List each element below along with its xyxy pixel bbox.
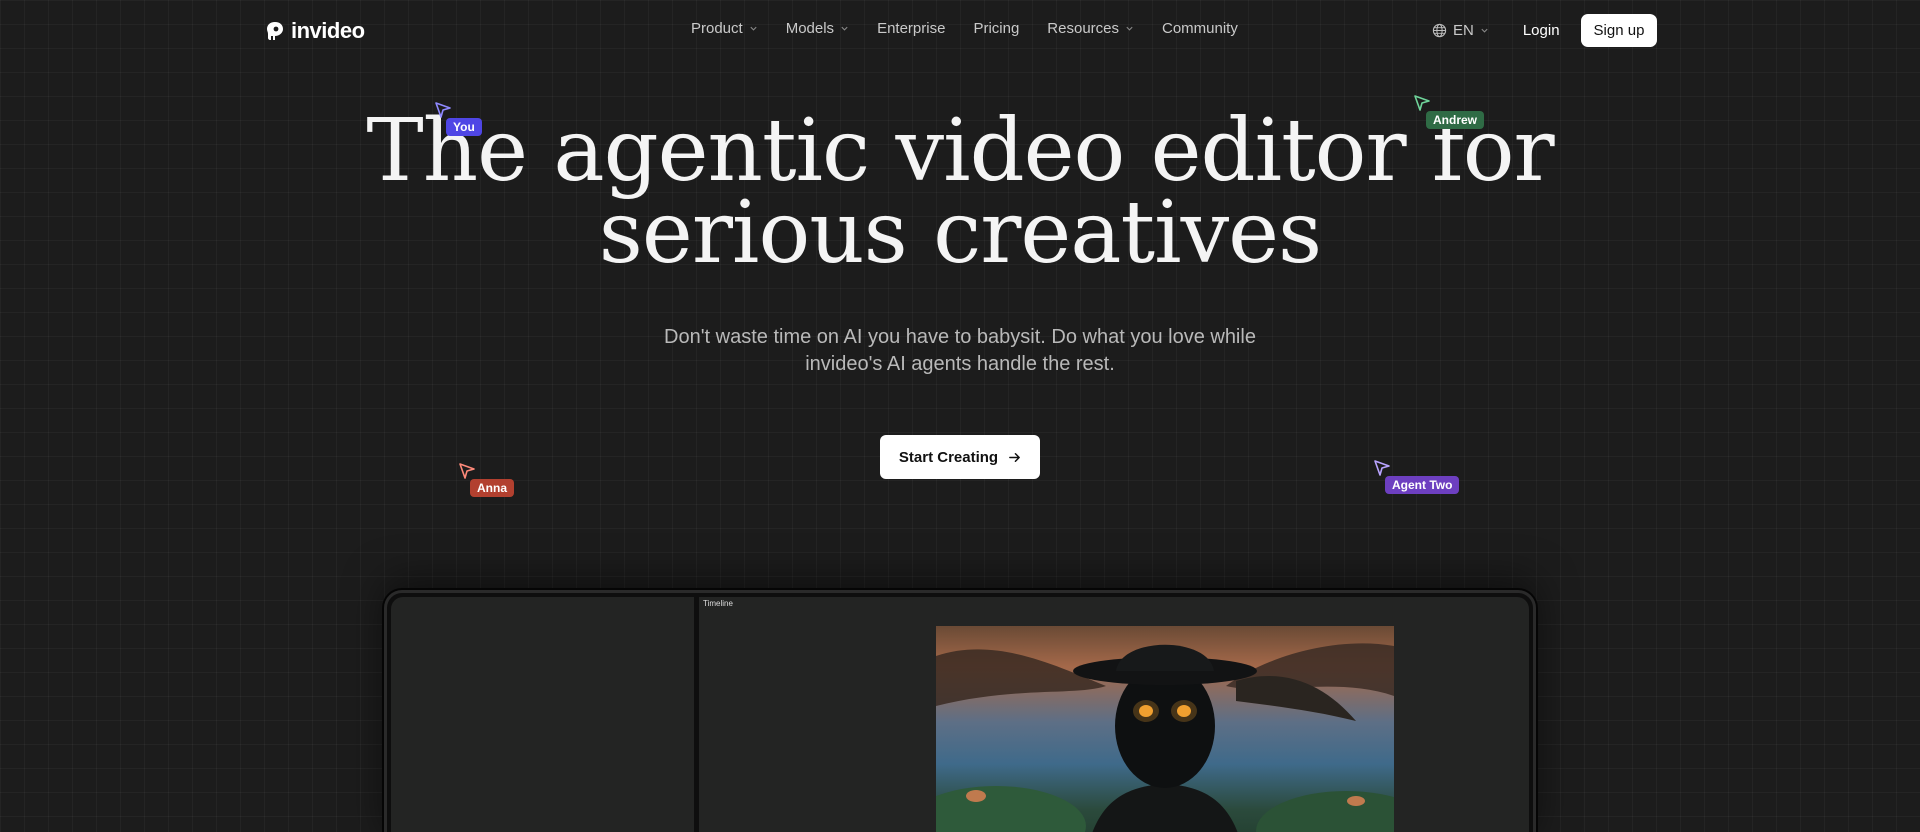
start-creating-label: Start Creating — [898, 448, 999, 466]
globe-icon — [1432, 23, 1447, 38]
pointer-cursor-icon — [1414, 95, 1430, 111]
nav-models[interactable]: Models — [786, 20, 849, 37]
video-thumbnail-illustration — [936, 643, 1394, 832]
language-selector[interactable]: EN — [1432, 22, 1489, 39]
nav-community[interactable]: Community — [1162, 20, 1238, 37]
chevron-down-icon — [750, 26, 757, 31]
cursor-tag-agent-two: Agent Two — [1385, 476, 1460, 494]
nav-product-label: Product — [691, 20, 743, 37]
editor-sidebar-panel — [391, 597, 694, 832]
cursor-tag-andrew: Andrew — [1426, 111, 1485, 129]
chevron-down-icon — [841, 26, 848, 31]
arrow-right-icon — [1009, 452, 1020, 462]
top-nav: invideo Product Models Enterprise Pricin… — [0, 0, 1920, 60]
headline-line-2: serious creatives — [598, 183, 1322, 283]
nav-links: Product Models Enterprise Pricing Resour… — [691, 20, 1266, 37]
cursor-anna: Anna — [458, 462, 514, 497]
nav-pricing[interactable]: Pricing — [973, 20, 1019, 37]
nav-enterprise[interactable]: Enterprise — [877, 20, 945, 37]
cursor-tag-you: You — [446, 118, 482, 136]
start-creating-button[interactable]: Start Creating — [880, 435, 1040, 479]
brand-name: invideo — [291, 18, 365, 43]
chevron-down-icon — [1481, 28, 1488, 33]
nav-community-label: Community — [1162, 20, 1238, 37]
brand-logo[interactable]: invideo — [265, 18, 365, 44]
nav-actions: EN Login Sign up — [1432, 14, 1658, 47]
timeline-label: Timeline — [703, 599, 733, 608]
nav-resources[interactable]: Resources — [1047, 20, 1134, 37]
editor-timeline-panel: Timeline — [699, 597, 1529, 832]
signup-button[interactable]: Sign up — [1580, 14, 1658, 47]
cursor-tag-anna: Anna — [470, 479, 514, 497]
invideo-logo-icon — [267, 22, 283, 40]
login-link[interactable]: Login — [1523, 22, 1560, 39]
editor-preview-frame: Timeline — [384, 590, 1536, 832]
chevron-down-icon — [1126, 26, 1133, 31]
nav-models-label: Models — [785, 20, 835, 37]
nav-product[interactable]: Product — [691, 20, 758, 37]
pointer-cursor-icon — [1374, 460, 1390, 476]
cursor-you: You — [434, 101, 482, 136]
cursor-andrew: Andrew — [1413, 94, 1485, 129]
nav-enterprise-label: Enterprise — [877, 20, 946, 37]
nav-pricing-label: Pricing — [973, 20, 1020, 37]
hero-subtitle: Don't waste time on AI you have to babys… — [664, 326, 1256, 375]
language-label: EN — [1453, 22, 1474, 39]
cursor-agent-two: Agent Two — [1373, 459, 1460, 494]
nav-resources-label: Resources — [1047, 20, 1119, 37]
pointer-cursor-icon — [459, 463, 475, 479]
video-preview-image[interactable] — [936, 626, 1394, 832]
pointer-cursor-icon — [435, 102, 451, 118]
hero-headline: The agentic video editor for serious cre… — [0, 108, 1920, 276]
